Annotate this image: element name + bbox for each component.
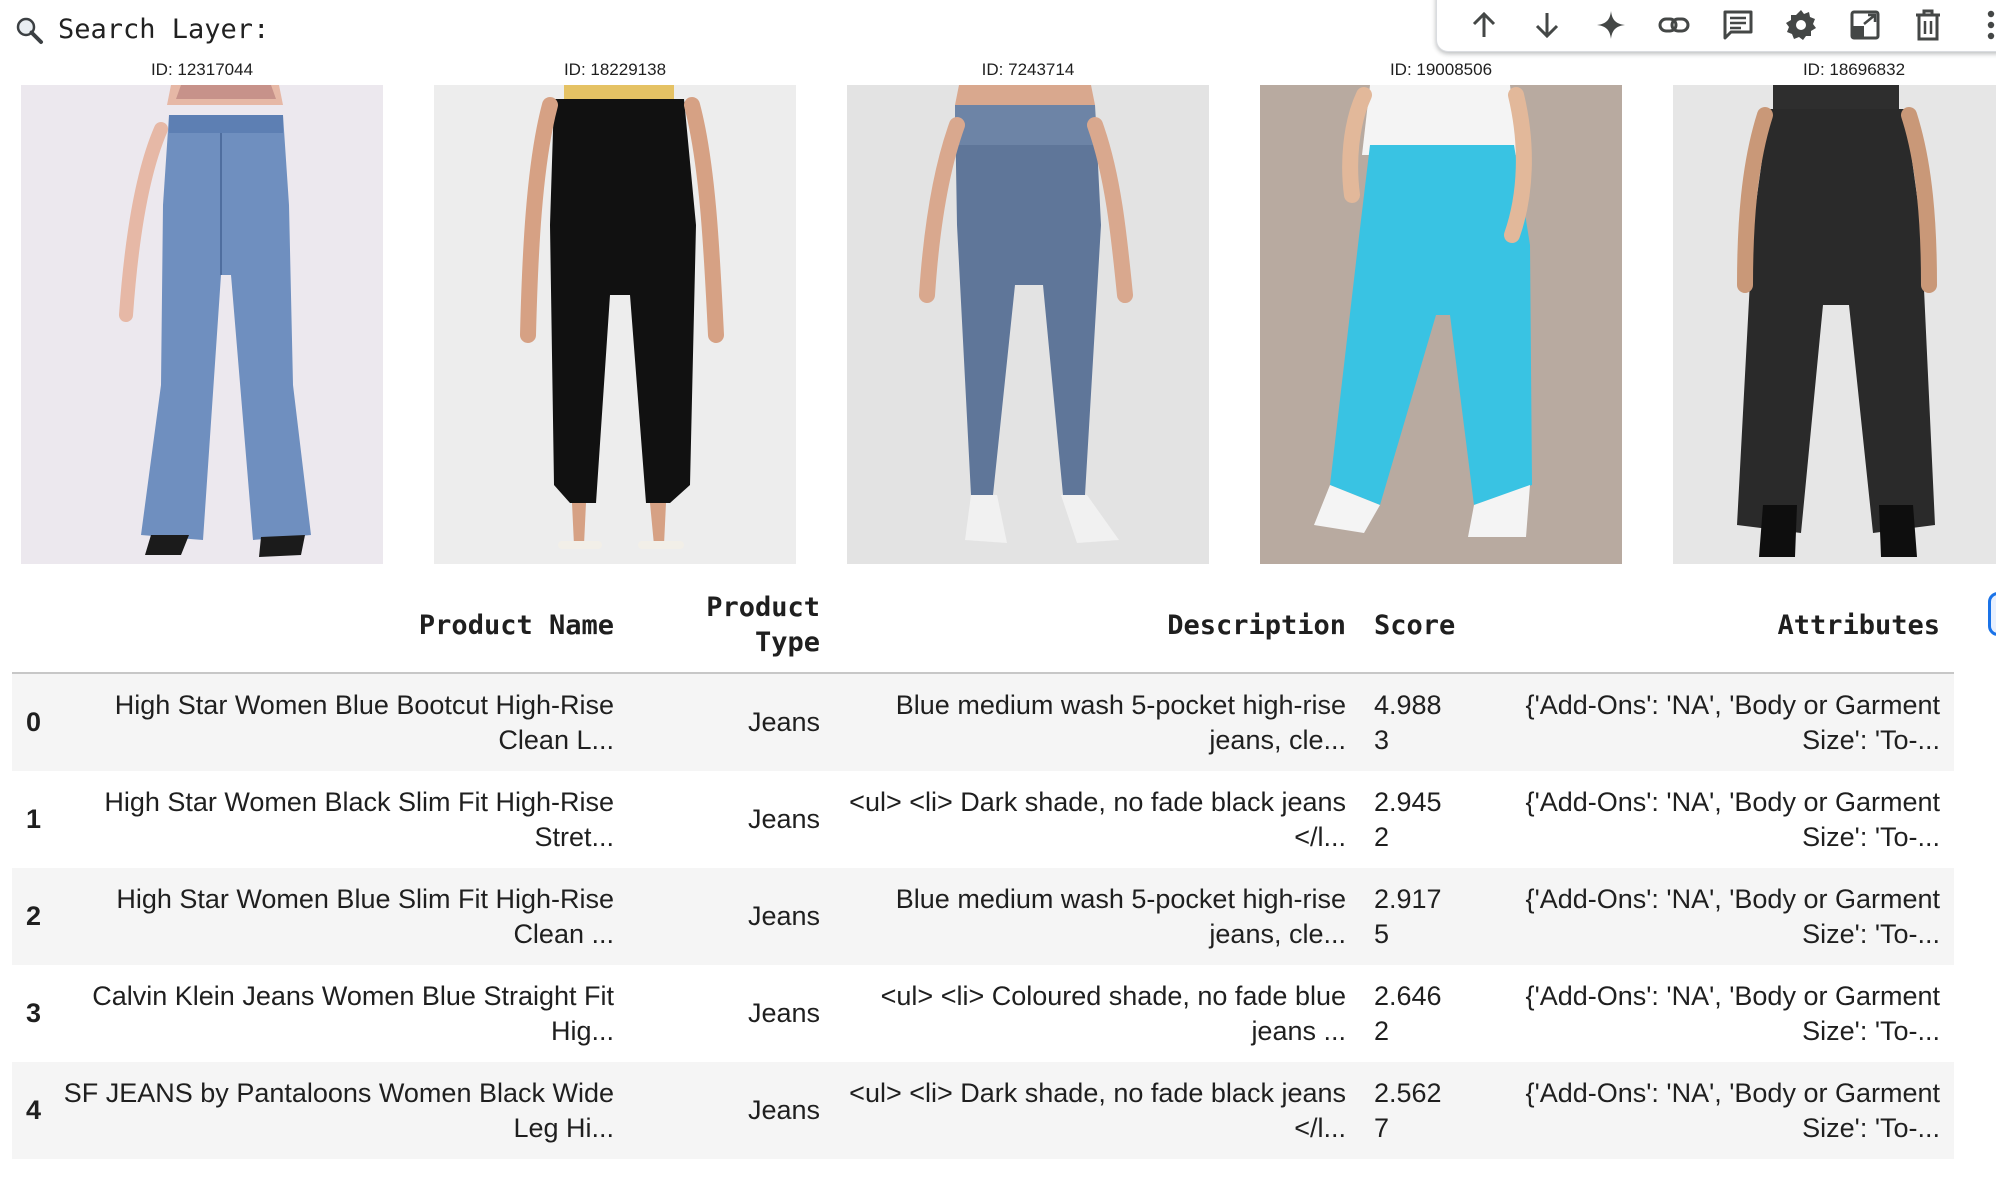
- product-id-label: ID: 18229138: [563, 60, 667, 79]
- attributes-cell: {'Add-Ons': 'NA', 'Body or Garment Size'…: [1525, 883, 1940, 949]
- score-cell: 2.9452: [1374, 786, 1442, 852]
- comment-button[interactable]: [1716, 3, 1760, 47]
- attributes-header: Attributes: [1466, 578, 1954, 674]
- table-row: 2 High Star Women Blue Slim Fit High-Ris…: [12, 868, 1954, 965]
- score-cell: 2.5627: [1374, 1077, 1442, 1143]
- attributes-cell: {'Add-Ons': 'NA', 'Body or Garment Size'…: [1525, 1077, 1940, 1143]
- table-header-row: Product Name Product Type Description Sc…: [12, 578, 1954, 674]
- product-name-cell: High Star Women Blue Bootcut High-Rise C…: [114, 689, 614, 755]
- product-type-cell: Jeans: [747, 998, 820, 1028]
- product-type-cell: Jeans: [747, 804, 820, 834]
- move-down-button[interactable]: [1525, 3, 1569, 47]
- product-id-label: ID: 7243714: [981, 60, 1075, 79]
- description-cell: <ul> <li> Dark shade, no fade black jean…: [849, 786, 1346, 852]
- product-type-cell: Jeans: [747, 901, 820, 931]
- delete-button[interactable]: [1906, 3, 1950, 47]
- search-layer-text: Search Layer:: [58, 14, 270, 45]
- product-type-header: Product Type: [628, 578, 834, 674]
- gallery-item: ID: 7243714: [847, 58, 1209, 564]
- product-name-cell: High Star Women Black Slim Fit High-Rise…: [104, 786, 614, 852]
- attributes-cell: {'Add-Ons': 'NA', 'Body or Garment Size'…: [1525, 689, 1940, 755]
- product-photo-skinny-blue-jeans: [847, 85, 1209, 564]
- mirror-cell-button[interactable]: [1843, 3, 1887, 47]
- product-photo-black-slim-jeans: [434, 85, 796, 564]
- description-header: Description: [834, 578, 1360, 674]
- index-header: [12, 578, 58, 674]
- comment-icon: [1721, 8, 1755, 42]
- arrow-down-icon: [1531, 9, 1563, 41]
- score-cell: 4.9883: [1374, 689, 1442, 755]
- row-index: 0: [26, 707, 42, 737]
- gear-icon: [1784, 8, 1818, 42]
- settings-button[interactable]: [1779, 3, 1823, 47]
- gallery-item: ID: 19008506: [1260, 58, 1622, 564]
- more-options-button[interactable]: [1969, 3, 1996, 47]
- score-cell: 2.9175: [1374, 883, 1442, 949]
- table-row: 1 High Star Women Black Slim Fit High-Ri…: [12, 771, 1954, 868]
- link-icon: [1657, 8, 1691, 42]
- table-row: 3 Calvin Klein Jeans Women Blue Straight…: [12, 965, 1954, 1062]
- product-name-header: Product Name: [58, 578, 628, 674]
- magnifier-icon: [14, 15, 44, 45]
- mirror-cell-icon: [1848, 8, 1882, 42]
- score-cell: 2.6462: [1374, 980, 1442, 1046]
- product-name-cell: SF JEANS by Pantaloons Women Black Wide …: [63, 1077, 614, 1143]
- search-layer-label: Search Layer:: [14, 14, 269, 45]
- description-cell: <ul> <li> Coloured shade, no fade blue j…: [880, 980, 1346, 1046]
- link-button[interactable]: [1652, 3, 1696, 47]
- trash-icon: [1912, 8, 1944, 42]
- sparkle-icon: [1595, 9, 1627, 41]
- attributes-cell: {'Add-Ons': 'NA', 'Body or Garment Size'…: [1525, 786, 1940, 852]
- product-photo-black-wide-leg-jeans: [1673, 85, 1996, 564]
- more-vert-icon: [1986, 9, 1996, 41]
- product-photo-turquoise-jeans: [1260, 85, 1622, 564]
- gallery-item: ID: 12317044: [21, 58, 383, 564]
- product-name-cell: Calvin Klein Jeans Women Blue Straight F…: [92, 980, 614, 1046]
- row-index: 2: [26, 901, 42, 931]
- row-index: 1: [26, 804, 42, 834]
- score-header: Score: [1360, 578, 1466, 674]
- cell-toolbar: [1436, 0, 1996, 52]
- arrow-up-icon: [1468, 9, 1500, 41]
- product-name-cell: High Star Women Blue Slim Fit High-Rise …: [116, 883, 614, 949]
- table-row: 4 SF JEANS by Pantaloons Women Black Wid…: [12, 1062, 1954, 1159]
- product-id-label: ID: 19008506: [1389, 60, 1493, 79]
- gallery-item: ID: 18229138: [434, 58, 796, 564]
- table-row: 0 High Star Women Blue Bootcut High-Rise…: [12, 673, 1954, 771]
- product-photo-bootcut-blue-jeans: [21, 85, 383, 564]
- results-table: Product Name Product Type Description Sc…: [12, 578, 1954, 1159]
- product-id-label: ID: 18696832: [1802, 60, 1906, 79]
- product-type-cell: Jeans: [747, 1095, 820, 1125]
- gallery-item: ID: 18696832: [1673, 58, 1996, 564]
- description-cell: <ul> <li> Dark shade, no fade black jean…: [849, 1077, 1346, 1143]
- horizontal-scroll-handle[interactable]: [1988, 592, 1996, 636]
- row-index: 4: [26, 1095, 42, 1125]
- description-cell: Blue medium wash 5-pocket high-rise jean…: [895, 689, 1346, 755]
- product-type-cell: Jeans: [747, 707, 820, 737]
- move-up-button[interactable]: [1462, 3, 1506, 47]
- product-id-label: ID: 12317044: [150, 60, 254, 79]
- description-cell: Blue medium wash 5-pocket high-rise jean…: [895, 883, 1346, 949]
- row-index: 3: [26, 998, 42, 1028]
- gemini-button[interactable]: [1589, 3, 1633, 47]
- attributes-cell: {'Add-Ons': 'NA', 'Body or Garment Size'…: [1525, 980, 1940, 1046]
